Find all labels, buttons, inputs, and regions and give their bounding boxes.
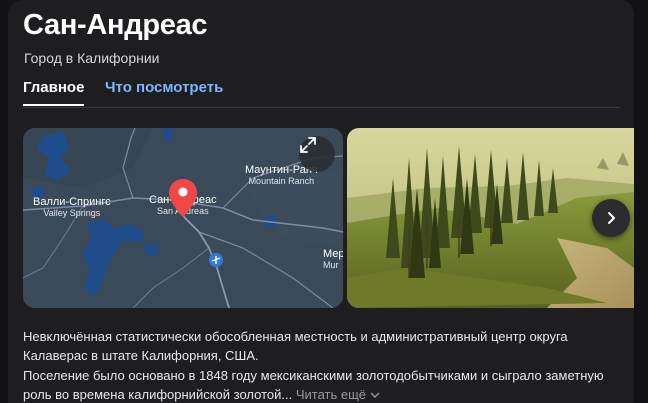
map-thumbnail[interactable]: Валли-Спрингс Valley Springs Сан-Андреас…	[23, 128, 343, 308]
tab-bar: Главное Что посмотреть	[23, 77, 620, 108]
map-label-mer: Мер Mur	[323, 249, 343, 271]
map-label-ru: Мер	[323, 248, 343, 260]
place-card: Сан-Андреас Город в Калифорнии Главное Ч…	[8, 0, 634, 403]
chevron-right-icon	[608, 212, 615, 224]
read-more-link[interactable]: Читать ещё	[296, 387, 380, 402]
expand-map-button[interactable]	[299, 136, 335, 172]
expand-icon	[300, 137, 316, 153]
next-slide-button[interactable]	[592, 199, 630, 237]
photo-graphic	[347, 128, 634, 308]
map-label-en: Valley Springs	[43, 208, 101, 218]
page-subtitle: Город в Калифорнии	[24, 50, 160, 66]
tab-what-to-see[interactable]: Что посмотреть	[105, 79, 223, 96]
page-title: Сан-Андреас	[23, 9, 208, 41]
map-label-valley-springs: Валли-Спрингс Valley Springs	[33, 197, 111, 219]
map-label-ru: Валли-Спрингс	[33, 196, 111, 208]
place-photo[interactable]	[347, 128, 634, 308]
tab-main[interactable]: Главное	[23, 79, 85, 106]
description-paragraph-2: Поселение было основано в 1848 году мекс…	[23, 366, 623, 403]
chevron-down-icon	[370, 392, 380, 398]
map-label-en: Mountain Ranch	[248, 176, 315, 186]
map-pin-icon	[169, 179, 197, 217]
read-more-label: Читать ещё	[295, 387, 367, 402]
description-paragraph-1: Невключённая статистически обособленная …	[23, 329, 568, 363]
map-label-en: Mur	[323, 260, 339, 270]
